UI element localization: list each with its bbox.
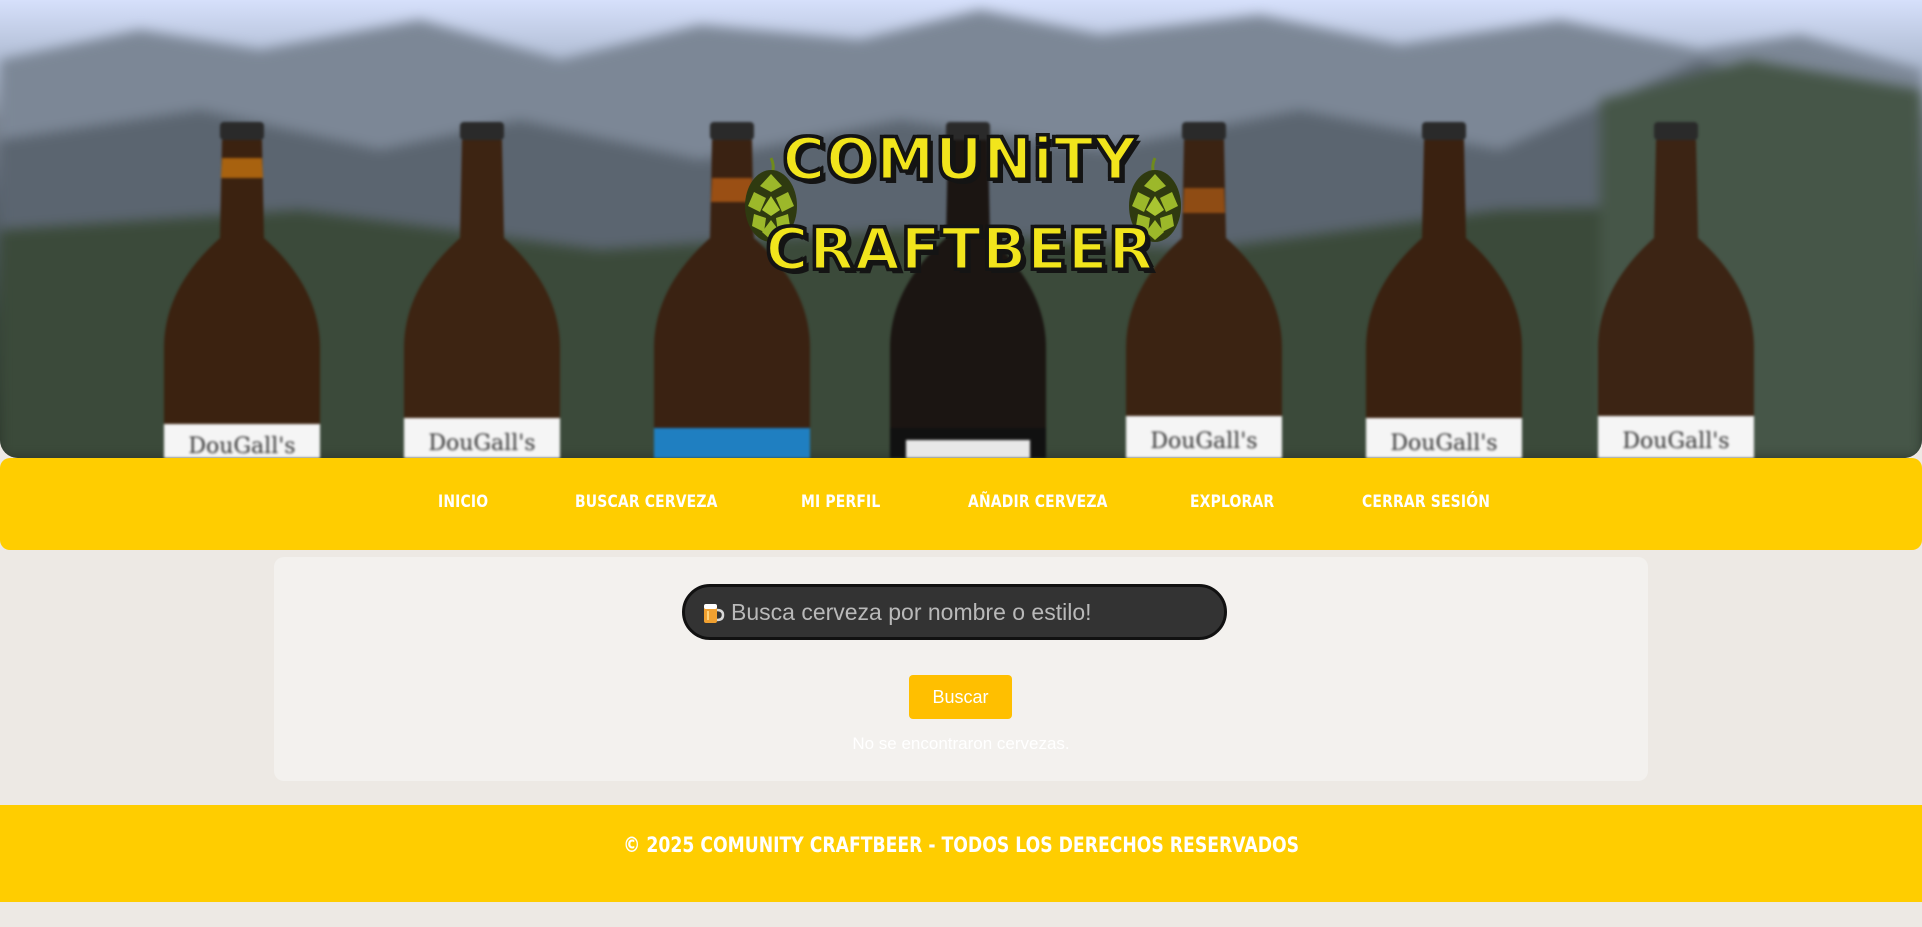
site-logo[interactable]: COMUNiTY CRAFTBEER [740, 124, 1180, 295]
beer-bottle: DouGall's [404, 122, 560, 458]
main-navbar: INICIO BUSCAR CERVEZA MI PERFIL AÑADIR C… [0, 458, 1922, 550]
nav-item-anadir-cerveza[interactable]: AÑADIR CERVEZA [968, 492, 1108, 512]
svg-text:DouGall's: DouGall's [1150, 429, 1257, 454]
nav-item-mi-perfil[interactable]: MI PERFIL [801, 492, 880, 512]
beer-bottle: DouGall's [164, 122, 320, 458]
search-input[interactable] [731, 593, 1211, 631]
no-results-message: No se encontraron cervezas. [852, 734, 1070, 753]
svg-text:DouGall's: DouGall's [428, 431, 535, 456]
svg-text:DouGall's: DouGall's [1622, 429, 1729, 454]
footer-copyright: © 2025 COMUNITY CRAFTBEER - TODOS LOS DE… [623, 833, 1299, 857]
logo-line-craftbeer: CRAFTBEER [764, 214, 1155, 285]
beer-bottle: DouGall's [1366, 122, 1522, 458]
nav-item-cerrar-sesion[interactable]: CERRAR SESIÓN [1362, 492, 1490, 512]
beer-mug-icon [704, 604, 725, 623]
footer: © 2025 COMUNITY CRAFTBEER - TODOS LOS DE… [0, 805, 1922, 902]
beer-bottle: DouGall's [1598, 122, 1754, 458]
svg-text:DouGall's: DouGall's [188, 434, 295, 458]
hero-banner: DouGall's DouGall's DouGall's DouGall's … [0, 0, 1922, 458]
logo-line-comunity: COMUNiTY [781, 124, 1138, 195]
nav-item-explorar[interactable]: EXPLORAR [1190, 492, 1274, 512]
nav-item-inicio[interactable]: INICIO [438, 492, 488, 512]
search-box[interactable] [682, 584, 1227, 640]
search-button[interactable]: Buscar [909, 675, 1012, 719]
nav-item-buscar-cerveza[interactable]: BUSCAR CERVEZA [575, 492, 718, 512]
svg-text:DouGall's: DouGall's [1390, 431, 1497, 456]
